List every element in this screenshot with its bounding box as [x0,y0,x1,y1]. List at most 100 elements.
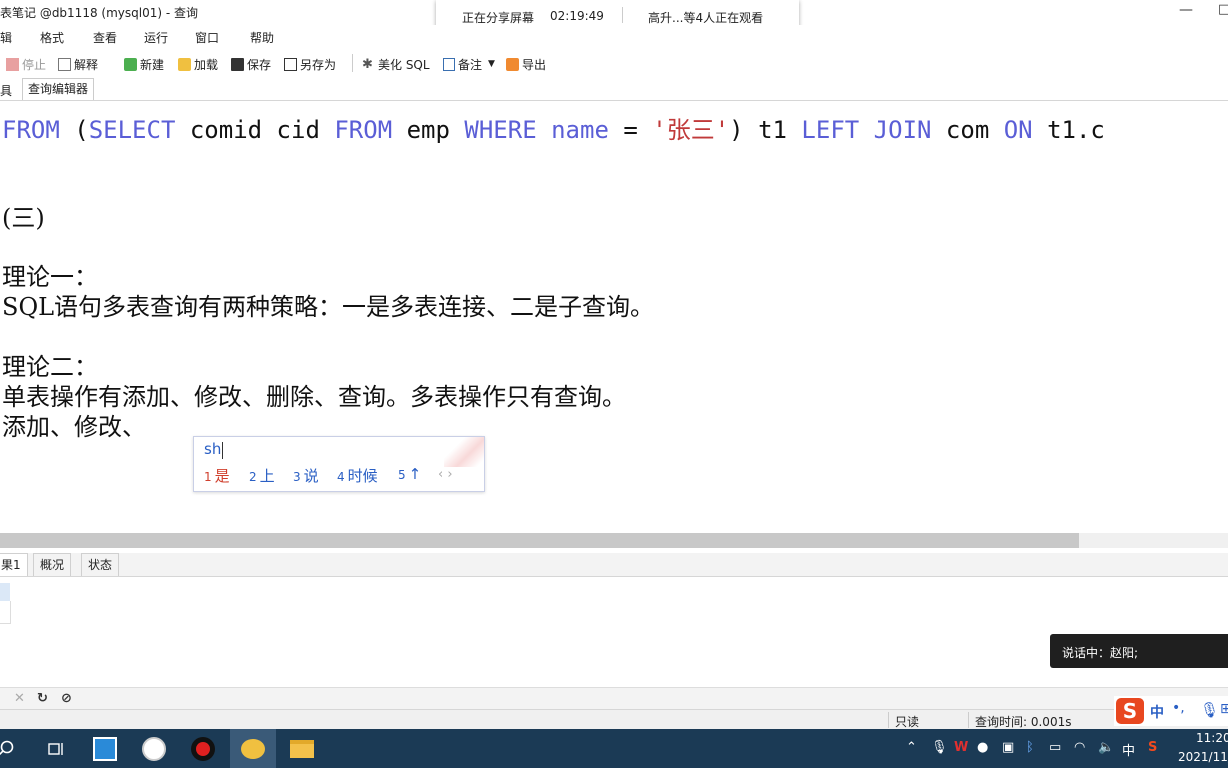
clock-time[interactable]: 11:20 [1196,731,1228,745]
save-as-button[interactable]: 另存为 [284,55,336,73]
file-explorer-icon[interactable] [279,729,325,768]
sql-text: t1.c [1032,116,1105,144]
menu-edit[interactable]: 辑 [0,29,12,46]
menu-view[interactable]: 查看 [93,29,117,46]
scrollbar-thumb[interactable] [0,533,1079,548]
editor-line-section: (三) [2,204,45,232]
microphone-icon[interactable]: 🎙 [1200,701,1219,719]
tab-overview[interactable]: 概况 [33,553,72,576]
share-status: 正在分享屏幕 [462,11,535,25]
new-icon [124,57,137,71]
sogou-logo-icon[interactable]: S [1116,698,1144,724]
editor-horizontal-scrollbar[interactable] [0,533,1228,548]
bluetooth-icon[interactable]: ᛒ [1026,740,1034,755]
toolbar: 停止 解释 新建 加载 保存 另存为 ✱ 美化 SQL 备注 ▼ 导出 [0,50,1228,76]
ime-candidate[interactable]: 3说 [293,465,319,486]
beautify-sql-button[interactable]: ✱ 美化 SQL [362,55,430,73]
taskbar: ⌃ 🎙 W ● ▣ ᛒ ▭ ◠ 🔈 中 S 11:20 2021/11/ [0,729,1228,768]
tab-query-editor[interactable]: 查询编辑器 [22,78,95,100]
ime-punctuation-toggle[interactable]: •, [1172,700,1185,716]
banner-divider [622,7,623,23]
wps-icon[interactable]: W [954,740,968,755]
notes-button[interactable]: 备注 ▼ [443,55,495,73]
microphone-tray-icon[interactable]: 🎙 [931,740,948,755]
result-tab-bar: 果1 概况 状态 [0,553,1228,577]
ime-page-arrows[interactable]: ‹ › [438,467,453,482]
tab-bar: 具 查询编辑器 [0,78,1228,101]
ime-candidate[interactable]: 4 时候 [337,465,378,486]
ime-mode-toggle[interactable]: 中 [1150,702,1164,722]
menu-run[interactable]: 运行 [144,29,168,46]
new-button[interactable]: 新建 [124,55,164,73]
load-button[interactable]: 加载 [178,55,218,73]
ime-candidate[interactable]: 5 ↑ [398,465,421,483]
menu-help[interactable]: 帮助 [250,29,274,46]
volume-icon[interactable]: 🔈 [1098,740,1114,755]
ime-candidate-popup: sh 1是 2上 3说 4 时候 5 ↑ ‹ › [193,436,485,492]
explain-button[interactable]: 解释 [58,55,98,73]
stop-icon[interactable]: ⊘ [61,691,72,706]
wifi-icon[interactable]: ◠ [1074,740,1085,755]
menu-format[interactable]: 格式 [40,29,64,46]
device-icon[interactable]: ▣ [1002,740,1014,755]
stop-icon [6,57,19,71]
sql-string: '张三' [652,116,730,144]
minimize-button[interactable]: — [1176,0,1196,22]
sogou-tray-icon[interactable]: S [1148,740,1157,755]
save-button[interactable]: 保存 [231,55,271,73]
editor-line-theory1-body: SQL语句多表查询有两种策略：一是多表连接、二是子查询。 [2,293,655,321]
window-title: 表笔记 @db1118 (mysql01) - 查询 [0,6,198,20]
task-view-icon[interactable] [32,729,78,768]
sql-text: = [608,116,653,144]
ime-status-bar: S 中 •, 🎙 ⊞ [1114,696,1228,726]
export-button[interactable]: 导出 [506,55,546,73]
qq-icon[interactable]: ● [977,740,988,755]
editor-line-current: 添加、修改、 [2,413,146,441]
notes-icon [443,57,455,71]
sql-keyword: JOIN [873,116,932,144]
ime-composition-text: sh [204,440,222,458]
status-bar: 只读 查询时间: 0.001s [0,709,1228,730]
maximize-button[interactable]: □ [1218,2,1228,17]
tab-query-builder[interactable]: 具 [0,82,12,99]
clock-date[interactable]: 2021/11/ [1178,750,1228,764]
tab-result-1[interactable]: 果1 [0,553,28,576]
speaking-text: 说话中：赵阳; [1062,646,1139,660]
input-language-indicator[interactable]: 中 [1122,740,1135,759]
explain-icon [58,57,71,71]
sql-keyword: WHERE [464,116,537,144]
query-editor[interactable]: FROM (SELECT comid cid FROM emp WHERE na… [0,101,1228,533]
ime-candidate[interactable]: 1是 [204,465,230,486]
search-icon[interactable] [0,729,26,768]
grid-row-selector[interactable] [0,583,10,601]
grid-row-header[interactable] [0,601,11,624]
status-divider [888,712,889,728]
save-as-icon [284,57,297,71]
folder-icon [178,57,191,71]
sql-keyword: FROM [2,116,60,144]
tray-expand-icon[interactable]: ⌃ [906,740,917,755]
menu-window[interactable]: 窗口 [195,29,219,46]
ime-candidate[interactable]: 2上 [249,465,275,486]
refresh-icon[interactable]: ↻ [37,691,48,706]
speaking-indicator: 说话中：赵阳; [1050,634,1228,668]
close-icon[interactable]: ✕ [14,691,25,706]
share-viewers[interactable]: 高升...等4人正在观看 [648,9,763,26]
save-icon [231,57,244,71]
sql-keyword: ON [1003,116,1033,144]
record-icon[interactable] [180,729,226,768]
tencent-meeting-icon[interactable] [82,729,128,768]
tab-status[interactable]: 状态 [81,553,120,576]
sql-text: comid cid [175,116,335,144]
ime-toolbox-icon[interactable]: ⊞ [1220,701,1228,717]
dropdown-arrow-icon[interactable]: ▼ [488,59,495,69]
sql-text: emp [392,116,465,144]
battery-icon[interactable]: ▭ [1049,740,1061,755]
query-time: 查询时间: 0.001s [975,715,1072,729]
stop-button[interactable]: 停止 [6,55,46,73]
navicat-icon[interactable] [230,729,276,768]
avatar-app-icon[interactable] [131,729,177,768]
result-grid[interactable] [0,577,1228,687]
export-icon [506,57,519,71]
